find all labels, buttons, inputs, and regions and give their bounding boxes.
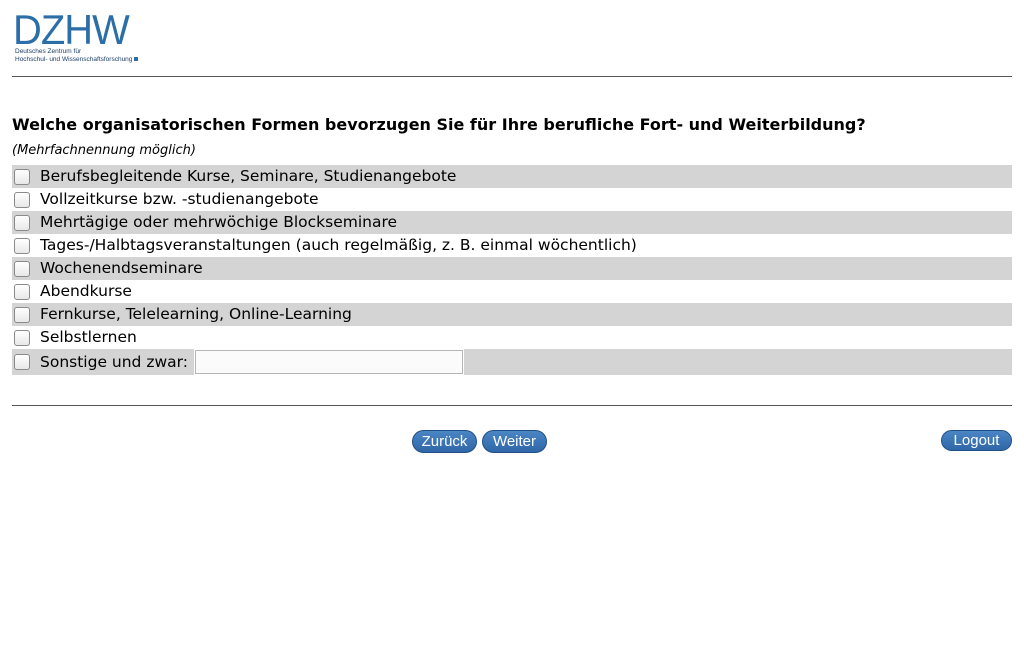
options-list: Berufsbegleitende Kurse, Seminare, Studi… <box>12 165 1012 375</box>
other-text-input[interactable] <box>194 350 463 374</box>
question-hint: (Mehrfachnennung möglich) <box>12 143 196 158</box>
other-row-filler <box>463 349 1012 375</box>
option-checkbox[interactable] <box>14 260 30 277</box>
option-label: Selbstlernen <box>40 328 137 346</box>
option-checkbox[interactable] <box>14 191 30 208</box>
logo-subtitle-line1: Deutsches Zentrum für <box>15 48 82 55</box>
logout-button[interactable]: Logout <box>941 430 1012 451</box>
navigation-bar: Zurück Weiter Logout <box>12 406 1012 453</box>
dzhw-logo: DZHW Deutsches Zentrum für Hochschul- un… <box>13 9 153 67</box>
option-checkbox[interactable] <box>14 237 30 254</box>
back-button[interactable]: Zurück <box>412 430 477 453</box>
option-row[interactable]: Mehrtägige oder mehrwöchige Blockseminar… <box>12 211 1012 234</box>
other-checkbox[interactable] <box>14 354 30 370</box>
option-row[interactable]: Fernkurse, Telelearning, Online-Learning <box>12 303 1012 326</box>
survey-page: DZHW Deutsches Zentrum für Hochschul- un… <box>12 0 1012 453</box>
option-row[interactable]: Abendkurse <box>12 280 1012 303</box>
option-label: Fernkurse, Telelearning, Online-Learning <box>40 305 352 323</box>
option-row[interactable]: Berufsbegleitende Kurse, Seminare, Studi… <box>12 165 1012 188</box>
option-label: Berufsbegleitende Kurse, Seminare, Studi… <box>40 167 457 185</box>
option-label: Tages-/Halbtagsveranstaltungen (auch reg… <box>40 236 637 254</box>
next-button[interactable]: Weiter <box>482 430 547 453</box>
option-checkbox[interactable] <box>14 168 30 185</box>
option-row[interactable]: Selbstlernen <box>12 326 1012 349</box>
option-checkbox[interactable] <box>14 306 30 323</box>
option-label: Vollzeitkurse bzw. -studienangebote <box>40 190 319 208</box>
logo-wordmark: DZHW <box>13 6 130 53</box>
header: DZHW Deutsches Zentrum für Hochschul- un… <box>12 0 1012 76</box>
logo-subtitle-line2-text: Hochschul- und Wissenschaftsforschung <box>15 56 133 63</box>
logo-subtitle-line2: Hochschul- und Wissenschaftsforschung <box>15 56 139 64</box>
option-label: Wochenendseminare <box>40 259 203 277</box>
other-label: Sonstige und zwar: <box>40 352 188 371</box>
header-divider <box>12 76 1012 77</box>
option-row[interactable]: Tages-/Halbtagsveranstaltungen (auch reg… <box>12 234 1012 257</box>
option-checkbox[interactable] <box>14 283 30 300</box>
option-row[interactable]: Vollzeitkurse bzw. -studienangebote <box>12 188 1012 211</box>
other-label-area: Sonstige und zwar: <box>12 349 194 375</box>
option-label: Abendkurse <box>40 282 132 300</box>
option-checkbox[interactable] <box>14 214 30 231</box>
question-text: Welche organisatorischen Formen bevorzug… <box>12 115 866 134</box>
option-row-other[interactable]: Sonstige und zwar: <box>12 349 1012 375</box>
option-row[interactable]: Wochenendseminare <box>12 257 1012 280</box>
option-label: Mehrtägige oder mehrwöchige Blockseminar… <box>40 213 398 231</box>
logo-square-icon <box>134 57 139 62</box>
option-checkbox[interactable] <box>14 329 30 346</box>
